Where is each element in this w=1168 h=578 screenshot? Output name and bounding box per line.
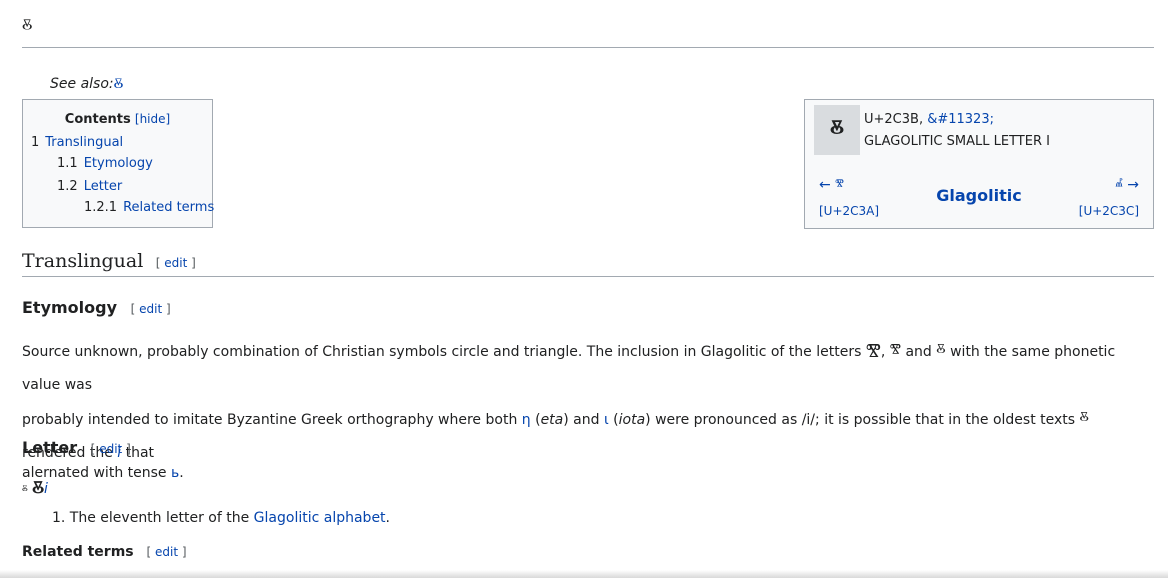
see-also-link[interactable]: Ⰻ — [114, 76, 124, 92]
edit-section: [ edit ] — [131, 302, 171, 316]
edit-section: [ edit ] — [147, 545, 187, 559]
toc-header: Contents [hide] — [23, 110, 212, 129]
bracket: [ — [146, 545, 152, 559]
toc-number: 1.2 — [57, 179, 78, 194]
eta-link[interactable]: η — [522, 412, 531, 428]
sense-definition: 1. The eleventh letter of the Glagolitic… — [52, 510, 390, 526]
text: iota — [618, 412, 646, 428]
text: Source unknown, probably combination of … — [22, 344, 866, 360]
edit-section: [ edit ] — [156, 256, 196, 270]
toc-hide-button[interactable]: [hide] — [135, 112, 170, 126]
table-of-contents: Contents [hide] 1 Translingual 1.1 Etymolo… — [22, 99, 214, 228]
toc-number: 1.1 — [57, 156, 78, 171]
text: ) were pronounced as /i/; it is possible… — [645, 412, 1080, 428]
bracket: ] — [166, 302, 171, 316]
bracket: ] — [126, 442, 131, 456]
next-character-link[interactable]: ⰼ → — [1115, 177, 1139, 193]
character-info-box: ⰻ U+2C3B, &#11323; GLAGOLITIC SMALL LETT… — [804, 99, 1154, 229]
toc-item-translingual[interactable]: 1 Translingual — [31, 134, 123, 152]
see-also: See also:Ⰻ — [50, 76, 123, 92]
script-link[interactable]: Glagolitic — [805, 186, 1153, 205]
text: . — [179, 465, 184, 481]
toc-number: 1 — [31, 135, 40, 150]
sense-number: 1. — [52, 510, 66, 526]
bracket: [ — [90, 442, 96, 456]
edit-section: [ edit ] — [91, 442, 131, 456]
character-glyph: ⰻ — [814, 105, 860, 155]
edit-link[interactable]: edit — [155, 545, 178, 559]
glyph: ⰻ — [1079, 408, 1089, 429]
next-codepoint-link[interactable]: [U+2C3C] — [1079, 204, 1139, 218]
toc-link[interactable]: Related terms — [123, 200, 214, 215]
section-title: Related terms — [22, 544, 134, 560]
scroll-fade — [0, 570, 1168, 578]
page-title: ⰻ — [22, 14, 1154, 48]
heading-etymology: Etymology [ edit ] — [22, 298, 171, 317]
etymology-paragraph: Source unknown, probably combination of … — [22, 334, 1147, 482]
section-title: Translingual — [22, 250, 144, 272]
glyph: ⰻ — [936, 340, 946, 361]
paragraph-tail: alernated with tense ь. — [22, 464, 1147, 482]
bracket: ] — [191, 256, 196, 270]
text: ( — [530, 412, 541, 428]
section-title: Etymology — [22, 298, 118, 317]
heading-translingual: Translingual [ edit ] — [22, 250, 1154, 277]
bracket: [ — [130, 302, 136, 316]
headword-big: Ⰻ — [32, 478, 44, 498]
romanization-link[interactable]: i — [44, 481, 48, 497]
glyph: Ⰺ — [865, 340, 881, 361]
heading-letter: Letter [ edit ] — [22, 438, 131, 457]
glyph: ⰺ — [889, 340, 902, 361]
section-title: Letter — [22, 438, 78, 457]
bracket: ] — [181, 545, 187, 559]
codepoint-text: U+2C3B, — [864, 112, 924, 127]
html-entity-link[interactable]: &#11323; — [927, 112, 994, 127]
edit-link[interactable]: edit — [164, 256, 187, 270]
edit-link[interactable]: edit — [99, 442, 122, 456]
headword-line: ⰻ Ⰻi — [22, 478, 48, 498]
character-name: GLAGOLITIC SMALL LETTER I — [864, 134, 1050, 149]
text: . — [385, 510, 390, 526]
text: ( — [608, 412, 619, 428]
heading-related-terms: Related terms [ edit ] — [22, 544, 187, 560]
character-codepoint: U+2C3B, &#11323; — [864, 110, 994, 130]
text: probably intended to imitate Byzantine G… — [22, 412, 522, 428]
toc-item-letter[interactable]: 1.2 Letter — [57, 178, 122, 196]
tense-link[interactable]: ь — [171, 465, 179, 481]
glagolitic-alphabet-link[interactable]: Glagolitic alphabet — [254, 510, 386, 526]
text: , — [880, 344, 890, 360]
text: eta — [540, 412, 564, 428]
see-also-label: See also: — [50, 76, 114, 92]
toc-link[interactable]: Letter — [84, 179, 123, 194]
toc-link[interactable]: Translingual — [45, 135, 123, 150]
headword-small: ⰻ — [22, 483, 28, 496]
toc-item-etymology[interactable]: 1.1 Etymology — [57, 155, 153, 173]
text: The eleventh letter of the — [65, 510, 254, 526]
toc-title: Contents — [64, 112, 131, 127]
text: ) and — [563, 412, 604, 428]
text: and — [901, 344, 937, 360]
toc-item-related-terms[interactable]: 1.2.1 Related terms — [84, 199, 214, 217]
previous-codepoint-link[interactable]: [U+2C3A] — [819, 204, 879, 218]
toc-link[interactable]: Etymology — [84, 156, 153, 171]
bracket: [ — [155, 256, 161, 270]
edit-link[interactable]: edit — [139, 302, 162, 316]
toc-number: 1.2.1 — [84, 200, 118, 215]
